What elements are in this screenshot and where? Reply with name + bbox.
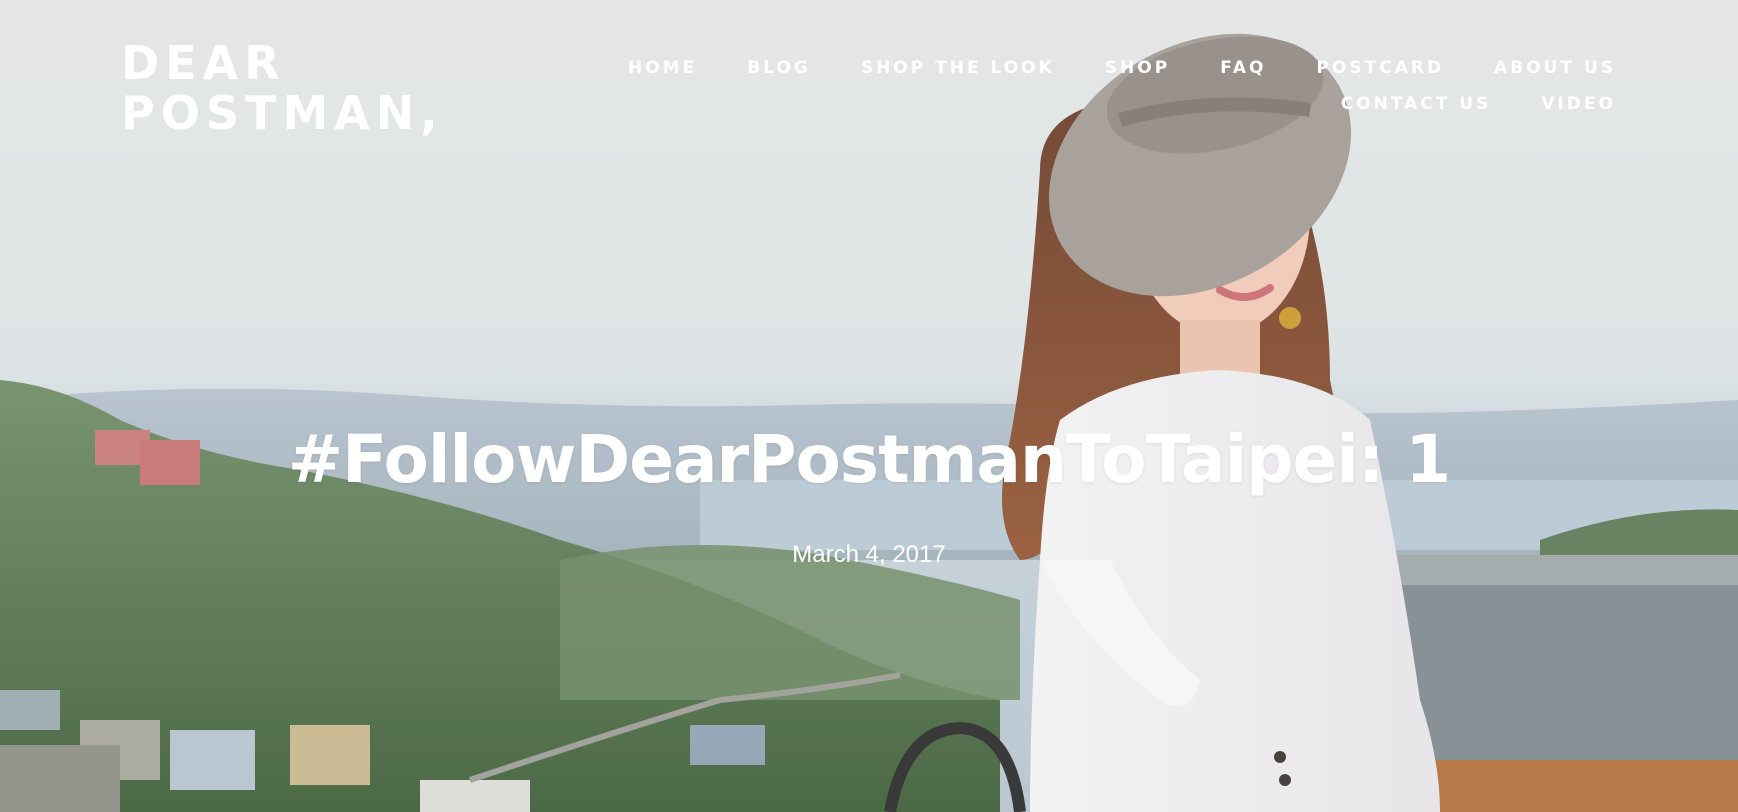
post-title: #FollowDearPostmanToTaipei: 1 (287, 421, 1451, 498)
nav-shop[interactable]: SHOP (1105, 58, 1170, 78)
nav-home[interactable]: HOME (628, 58, 697, 78)
logo-line-2: POSTMAN, (121, 86, 444, 140)
logo-line-1: DEAR (121, 36, 286, 90)
nav-row-1: HOME BLOG SHOP THE LOOK SHOP FAQ POSTCAR… (596, 58, 1616, 78)
nav-postcard[interactable]: POSTCARD (1316, 58, 1444, 78)
nav-row-2: CONTACT US VIDEO (596, 94, 1616, 114)
nav-shop-the-look[interactable]: SHOP THE LOOK (861, 58, 1055, 78)
nav-faq[interactable]: FAQ (1220, 58, 1266, 78)
nav-video[interactable]: VIDEO (1541, 94, 1616, 114)
nav-about-us[interactable]: ABOUT US (1494, 58, 1616, 78)
post-date: March 4, 2017 (792, 541, 946, 568)
main-nav: HOME BLOG SHOP THE LOOK SHOP FAQ POSTCAR… (596, 58, 1616, 114)
site-logo[interactable]: DEAR POSTMAN, (121, 38, 444, 138)
nav-blog[interactable]: BLOG (747, 58, 811, 78)
nav-contact-us[interactable]: CONTACT US (1341, 94, 1492, 114)
hero-section: DEAR POSTMAN, HOME BLOG SHOP THE LOOK SH… (0, 0, 1738, 812)
